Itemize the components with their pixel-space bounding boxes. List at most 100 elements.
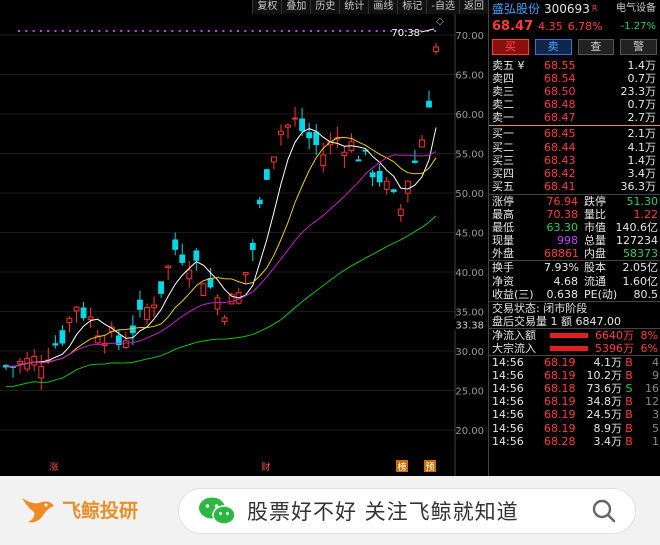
y-tick-label: 60.00: [455, 110, 484, 121]
wechat-search-bar[interactable]: 股票好不好 关注飞鲸就知道: [178, 488, 636, 534]
book-price: 68.42: [544, 166, 576, 180]
candle-body: [151, 304, 157, 309]
tick-price: 68.19: [544, 395, 576, 409]
candle-body: [214, 297, 221, 310]
book-price: 68.45: [544, 127, 576, 141]
kline-chart[interactable]: 70.00 65.00 60.00 55.00 50.00 45.00 40.00 35.00…: [0, 0, 488, 476]
signal-dot: [142, 30, 145, 32]
tick-row: 14:56 68.19 34.8万 B 12: [489, 395, 660, 408]
after-hours-volume: 盘后交易量 1 额 6847.00: [492, 314, 621, 328]
tick-price: 68.19: [544, 421, 576, 435]
toolbar-item[interactable]: 复权: [252, 0, 282, 14]
book-label: 买五: [492, 179, 514, 193]
candle-body: [242, 272, 249, 276]
tick-row: 14:56 68.19 4.1万 B 4: [489, 356, 660, 369]
sell-button[interactable]: 卖: [534, 39, 572, 55]
candle-body: [179, 254, 186, 263]
toolbar-item[interactable]: 统计: [339, 0, 369, 14]
signal-dot: [32, 30, 35, 32]
settings-icon[interactable]: ◇: [436, 16, 444, 27]
book-label: 卖一: [492, 111, 514, 125]
book-label: 买二: [492, 140, 514, 154]
candle-body: [397, 208, 404, 216]
toolbar-item[interactable]: 画线: [368, 0, 398, 14]
signal-dot: [127, 30, 130, 32]
fund-label: 收益(三): [492, 287, 534, 301]
candle-body: [278, 130, 284, 135]
candle-body: [31, 355, 38, 366]
brand-name: 飞鲸投研: [62, 499, 139, 522]
candle-body: [17, 361, 24, 365]
fund-value: 1.60亿: [622, 274, 659, 288]
stock-code: 300693: [544, 2, 590, 16]
candle-body: [59, 330, 66, 344]
ma-line-5: [5, 127, 437, 368]
tick-time: 14:56: [492, 356, 524, 370]
tick-time: 14:56: [492, 395, 524, 409]
book-row: 买三 68.43 1.4万: [489, 154, 660, 167]
event-marker-label: 榜: [397, 461, 406, 473]
stat-value: 58373: [623, 247, 658, 261]
signal-dot: [76, 30, 79, 32]
candle-body: [207, 278, 214, 288]
check-button[interactable]: 查: [577, 39, 615, 55]
y-tick-label: 40.00: [455, 268, 484, 279]
ma-line-10: [5, 136, 437, 368]
candle-body: [306, 132, 313, 139]
money-flow: 净流入额 6640万 8% 大宗流入 5396万 6%: [489, 327, 660, 355]
book-label: 卖五 ¥: [492, 59, 525, 72]
candle-body: [193, 250, 200, 261]
order-book: 卖五 ¥68.55 1.4万 卖四 68.54 0.7万 卖三 68.50 23.3万 卖二 68…: [489, 59, 660, 193]
toolbar-item[interactable]: 标记: [397, 0, 427, 14]
candle-body: [137, 299, 143, 310]
signal-dot: [134, 30, 137, 32]
signal-dot: [280, 30, 283, 32]
buy-button[interactable]: 买: [492, 39, 529, 55]
search-icon[interactable]: [591, 498, 617, 524]
signal-dot: [156, 30, 159, 32]
whale-logo-icon: [22, 498, 54, 523]
signal-dot: [215, 30, 218, 32]
search-slogan: 股票好不好 关注飞鲸就知道: [247, 500, 519, 524]
book-price: 68.54: [544, 72, 576, 86]
tick-volume: 73.6万: [586, 382, 623, 396]
stat-label: 涨停: [492, 194, 514, 208]
toolbar-item[interactable]: 叠加: [281, 0, 311, 14]
fund-label: 换手: [492, 261, 514, 275]
high-price-label: 70.38: [391, 28, 420, 39]
sector-name[interactable]: 电气设备: [616, 0, 656, 18]
tick-price: 68.18: [544, 382, 576, 396]
last-price: 68.47: [492, 19, 534, 34]
toolbar-item[interactable]: -自选: [426, 0, 459, 14]
signal-dot: [353, 30, 356, 32]
signal-dot: [339, 30, 342, 32]
tick-side: B: [625, 395, 633, 409]
toolbar-item[interactable]: 历史: [310, 0, 340, 14]
fund-value: 4.68: [553, 274, 579, 288]
book-volume: 0.7万: [627, 98, 657, 112]
tick-time: 14:56: [492, 421, 524, 435]
stat-value: 127234: [616, 234, 658, 248]
tick-time: 14:56: [492, 382, 524, 396]
quote-panel: 盛弘股份 300693 R 电气设备 68.47 4.35 6.78% -1.2…: [488, 0, 660, 476]
signal-dot: [18, 30, 20, 32]
candle-body: [341, 151, 348, 157]
y-tick-label: 50.00: [455, 189, 484, 200]
event-marker-label: 预: [425, 462, 434, 473]
fund-label: 净资: [492, 274, 514, 288]
tick-side: B: [625, 434, 633, 448]
signal-dot: [237, 30, 239, 32]
tick-volume: 24.5万: [586, 408, 623, 422]
fund-row: 换手 7.93% 股本 2.05亿: [489, 261, 660, 274]
toolbar-item[interactable]: 返回: [459, 0, 488, 14]
book-label: 卖四: [492, 72, 514, 86]
book-price: 68.43: [544, 153, 576, 167]
signal-dot: [83, 30, 86, 32]
stat-value: 1.22: [633, 208, 659, 222]
alert-button[interactable]: 警: [620, 39, 657, 55]
signal-dot: [164, 30, 166, 32]
tick-volume: 34.8万: [586, 395, 623, 409]
book-price: 68.55: [544, 59, 576, 72]
fund-value: 7.93%: [544, 261, 579, 275]
stat-row: 外盘 68861 内盘 58373: [489, 247, 660, 260]
